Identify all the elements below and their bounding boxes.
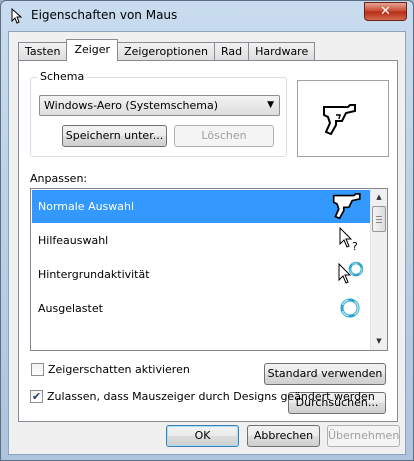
chevron-down-icon: ▼ <box>267 100 274 110</box>
window-title: Eigenschaften von Maus <box>31 8 178 22</box>
mouse-pointer-icon <box>11 8 23 24</box>
shadow-checkbox[interactable] <box>31 363 44 376</box>
list-item-partial[interactable] <box>32 326 370 350</box>
use-default-button[interactable]: Standard verwenden <box>264 363 386 385</box>
scrollbar-thumb[interactable] <box>372 206 386 232</box>
mouse-properties-window: Eigenschaften von Maus ✕ Tasten Zeiger Z… <box>0 0 414 461</box>
scroll-up-arrow-icon[interactable]: ▲ <box>371 189 387 206</box>
dialog-client-area: Tasten Zeiger Zeigeroptionen Rad Hardwar… <box>8 31 406 455</box>
themes-checkbox[interactable]: ✔ <box>30 390 43 403</box>
tab-hardware[interactable]: Hardware <box>248 42 316 61</box>
save-as-button[interactable]: Speichern unter... <box>62 125 167 147</box>
customize-label: Anpassen: <box>30 172 88 185</box>
title-bar[interactable]: Eigenschaften von Maus ✕ <box>1 1 413 31</box>
svg-text:?: ? <box>352 240 358 253</box>
shadow-checkbox-label: Zeigerschatten aktivieren <box>48 363 190 376</box>
handgun-cursor-icon <box>323 104 356 136</box>
cancel-button[interactable]: Abbrechen <box>247 425 320 447</box>
scheme-group: Schema Windows-Aero (Systemschema) ▼ Spe… <box>30 70 287 157</box>
cursor-preview <box>297 80 389 157</box>
scheme-select-value: Windows-Aero (Systemschema) <box>44 99 219 112</box>
list-item-busy[interactable]: Ausgelastet <box>32 292 370 325</box>
delete-button[interactable]: Löschen <box>174 125 274 147</box>
list-item-label: Ausgelastet <box>38 302 103 315</box>
cursor-list[interactable]: Normale Auswahl Hilfeauswahl ? Hintergru… <box>30 188 388 351</box>
tab-zeiger[interactable]: Zeiger <box>66 39 119 61</box>
shadow-checkbox-row[interactable]: Zeigerschatten aktivieren <box>31 363 190 376</box>
list-scrollbar[interactable]: ▲ ▼ <box>370 189 387 350</box>
list-item-label: Hintergrundaktivität <box>38 268 150 281</box>
tab-strip: Tasten Zeiger Zeigeroptionen Rad Hardwar… <box>18 39 316 61</box>
list-item-normal-select[interactable]: Normale Auswahl <box>32 190 370 223</box>
scheme-select[interactable]: Windows-Aero (Systemschema) ▼ <box>39 95 280 116</box>
ok-button[interactable]: OK <box>166 425 239 447</box>
tab-rad[interactable]: Rad <box>214 42 250 61</box>
checkmark-icon: ✔ <box>31 390 42 403</box>
handgun-cursor-icon <box>332 193 361 220</box>
close-button[interactable]: ✕ <box>364 2 407 21</box>
themes-checkbox-label: Zulassen, dass Mauszeiger durch Designs … <box>47 390 375 403</box>
working-in-background-cursor-icon <box>338 261 364 284</box>
tab-tasten[interactable]: Tasten <box>18 42 68 61</box>
list-item-help-select[interactable]: Hilfeauswahl ? <box>32 224 370 257</box>
list-item-background-activity[interactable]: Hintergrundaktivität <box>32 258 370 291</box>
pointer-tab-panel: Schema Windows-Aero (Systemschema) ▼ Spe… <box>18 60 398 422</box>
list-item-label: Hilfeauswahl <box>38 234 109 247</box>
apply-button[interactable]: Übernehmen <box>327 425 400 447</box>
list-item-label: Normale Auswahl <box>38 200 135 213</box>
tab-zeigeroptionen[interactable]: Zeigeroptionen <box>117 42 215 61</box>
scroll-down-arrow-icon[interactable]: ▼ <box>371 333 387 350</box>
themes-checkbox-row[interactable]: ✔ Zulassen, dass Mauszeiger durch Design… <box>30 390 375 403</box>
busy-cursor-icon <box>340 298 360 318</box>
help-select-cursor-icon: ? <box>339 226 358 253</box>
scheme-group-label: Schema <box>37 70 88 83</box>
